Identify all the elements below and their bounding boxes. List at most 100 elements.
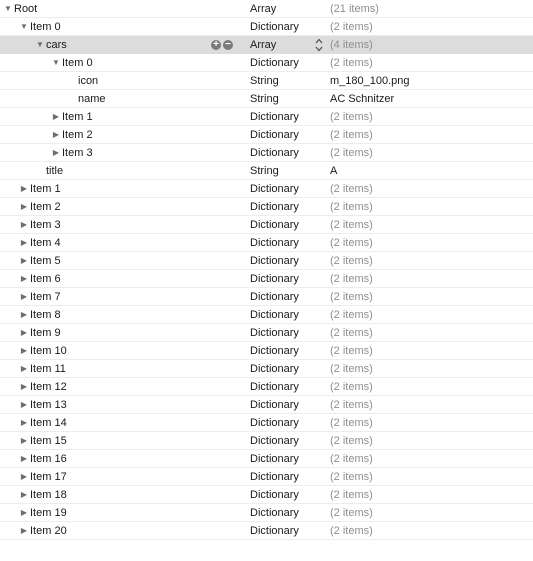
- value-label[interactable]: (2 items): [330, 234, 373, 252]
- value-label[interactable]: (2 items): [330, 18, 373, 36]
- plist-row[interactable]: ▶ Item 16 Dictionary (2 items): [0, 450, 533, 468]
- plist-row[interactable]: title String A: [0, 162, 533, 180]
- plist-row[interactable]: ▶ Item 2 Dictionary (2 items): [0, 198, 533, 216]
- plist-row[interactable]: ▶ Item 15 Dictionary (2 items): [0, 432, 533, 450]
- disclosure-triangle-open-icon[interactable]: ▼: [19, 18, 29, 36]
- value-label[interactable]: (2 items): [330, 288, 373, 306]
- minus-circle-icon[interactable]: −: [223, 40, 233, 51]
- value-label[interactable]: (21 items): [330, 0, 379, 18]
- up-down-stepper-icon[interactable]: [315, 38, 323, 52]
- plist-row[interactable]: ▶ Item 3 Dictionary (2 items): [0, 144, 533, 162]
- value-label[interactable]: (2 items): [330, 198, 373, 216]
- disclosure-triangle-closed-icon[interactable]: ▶: [19, 234, 29, 252]
- type-label[interactable]: Dictionary: [250, 198, 299, 216]
- key-label[interactable]: Item 13: [30, 396, 67, 414]
- value-label[interactable]: (2 items): [330, 108, 373, 126]
- disclosure-triangle-closed-icon[interactable]: ▶: [19, 396, 29, 414]
- type-label[interactable]: Dictionary: [250, 270, 299, 288]
- disclosure-triangle-closed-icon[interactable]: ▶: [19, 504, 29, 522]
- disclosure-triangle-closed-icon[interactable]: ▶: [19, 414, 29, 432]
- plist-row[interactable]: ▶ Item 1 Dictionary (2 items): [0, 108, 533, 126]
- plist-row[interactable]: ▶ Item 8 Dictionary (2 items): [0, 306, 533, 324]
- key-label[interactable]: Item 10: [30, 342, 67, 360]
- type-label[interactable]: Dictionary: [250, 450, 299, 468]
- type-label[interactable]: Dictionary: [250, 396, 299, 414]
- type-label[interactable]: Dictionary: [250, 54, 299, 72]
- plist-row-selected[interactable]: ▼ cars Array (4 items) + −: [0, 36, 533, 54]
- type-label[interactable]: Dictionary: [250, 522, 299, 540]
- type-label[interactable]: Dictionary: [250, 324, 299, 342]
- key-label[interactable]: Item 14: [30, 414, 67, 432]
- type-label[interactable]: Dictionary: [250, 180, 299, 198]
- key-label[interactable]: icon: [78, 72, 98, 90]
- plist-row[interactable]: ▶ Item 9 Dictionary (2 items): [0, 324, 533, 342]
- type-label[interactable]: Dictionary: [250, 432, 299, 450]
- value-label[interactable]: (2 items): [330, 468, 373, 486]
- plist-row[interactable]: ▼ Item 0 Dictionary (2 items): [0, 54, 533, 72]
- value-label[interactable]: m_180_100.png: [330, 72, 410, 90]
- type-label[interactable]: String: [250, 90, 279, 108]
- key-label[interactable]: Item 0: [62, 54, 93, 72]
- key-label[interactable]: Item 18: [30, 486, 67, 504]
- plist-row[interactable]: ▶ Item 2 Dictionary (2 items): [0, 126, 533, 144]
- plist-row[interactable]: ▶ Item 19 Dictionary (2 items): [0, 504, 533, 522]
- type-label[interactable]: String: [250, 162, 279, 180]
- plist-row[interactable]: ▶ Item 5 Dictionary (2 items): [0, 252, 533, 270]
- value-label[interactable]: (2 items): [330, 504, 373, 522]
- plist-row[interactable]: ▶ Item 11 Dictionary (2 items): [0, 360, 533, 378]
- disclosure-triangle-closed-icon[interactable]: ▶: [19, 270, 29, 288]
- plist-row[interactable]: ▶ Item 4 Dictionary (2 items): [0, 234, 533, 252]
- key-label[interactable]: Item 12: [30, 378, 67, 396]
- value-label[interactable]: (2 items): [330, 342, 373, 360]
- disclosure-triangle-closed-icon[interactable]: ▶: [19, 306, 29, 324]
- key-label[interactable]: Item 3: [62, 144, 93, 162]
- disclosure-triangle-closed-icon[interactable]: ▶: [19, 450, 29, 468]
- value-label[interactable]: (2 items): [330, 324, 373, 342]
- value-label[interactable]: (2 items): [330, 522, 373, 540]
- disclosure-triangle-closed-icon[interactable]: ▶: [19, 252, 29, 270]
- type-label[interactable]: Dictionary: [250, 342, 299, 360]
- key-label[interactable]: Item 9: [30, 324, 61, 342]
- value-label[interactable]: (4 items): [330, 36, 373, 54]
- type-label[interactable]: Dictionary: [250, 378, 299, 396]
- disclosure-triangle-closed-icon[interactable]: ▶: [19, 486, 29, 504]
- key-label[interactable]: Item 8: [30, 306, 61, 324]
- type-label[interactable]: Array: [250, 0, 276, 18]
- disclosure-triangle-closed-icon[interactable]: ▶: [19, 432, 29, 450]
- plist-row[interactable]: ▶ Item 13 Dictionary (2 items): [0, 396, 533, 414]
- disclosure-triangle-closed-icon[interactable]: ▶: [19, 180, 29, 198]
- key-label[interactable]: Item 19: [30, 504, 67, 522]
- value-label[interactable]: (2 items): [330, 450, 373, 468]
- plist-row[interactable]: ▶ Item 6 Dictionary (2 items): [0, 270, 533, 288]
- plist-row[interactable]: ▶ Item 3 Dictionary (2 items): [0, 216, 533, 234]
- plist-row[interactable]: ▶ Item 10 Dictionary (2 items): [0, 342, 533, 360]
- key-label[interactable]: Item 5: [30, 252, 61, 270]
- type-label[interactable]: Dictionary: [250, 414, 299, 432]
- key-label[interactable]: Item 16: [30, 450, 67, 468]
- disclosure-triangle-closed-icon[interactable]: ▶: [19, 378, 29, 396]
- key-label[interactable]: title: [46, 162, 63, 180]
- plist-row[interactable]: ▶ Item 20 Dictionary (2 items): [0, 522, 533, 540]
- key-label[interactable]: Item 6: [30, 270, 61, 288]
- disclosure-triangle-closed-icon[interactable]: ▶: [19, 342, 29, 360]
- value-label[interactable]: (2 items): [330, 216, 373, 234]
- plist-row[interactable]: ▶ Item 14 Dictionary (2 items): [0, 414, 533, 432]
- plist-row[interactable]: ▶ Item 17 Dictionary (2 items): [0, 468, 533, 486]
- value-label[interactable]: AC Schnitzer: [330, 90, 394, 108]
- key-label[interactable]: Item 20: [30, 522, 67, 540]
- disclosure-triangle-closed-icon[interactable]: ▶: [19, 198, 29, 216]
- disclosure-triangle-open-icon[interactable]: ▼: [51, 54, 61, 72]
- value-label[interactable]: (2 items): [330, 270, 373, 288]
- key-label[interactable]: Item 2: [30, 198, 61, 216]
- disclosure-triangle-open-icon[interactable]: ▼: [3, 0, 13, 18]
- key-label[interactable]: Item 4: [30, 234, 61, 252]
- type-label[interactable]: Dictionary: [250, 108, 299, 126]
- disclosure-triangle-closed-icon[interactable]: ▶: [51, 126, 61, 144]
- type-label[interactable]: Dictionary: [250, 504, 299, 522]
- type-label[interactable]: Dictionary: [250, 126, 299, 144]
- type-label[interactable]: Dictionary: [250, 18, 299, 36]
- type-label[interactable]: Dictionary: [250, 486, 299, 504]
- value-label[interactable]: (2 items): [330, 414, 373, 432]
- type-label[interactable]: Dictionary: [250, 216, 299, 234]
- type-label[interactable]: Dictionary: [250, 288, 299, 306]
